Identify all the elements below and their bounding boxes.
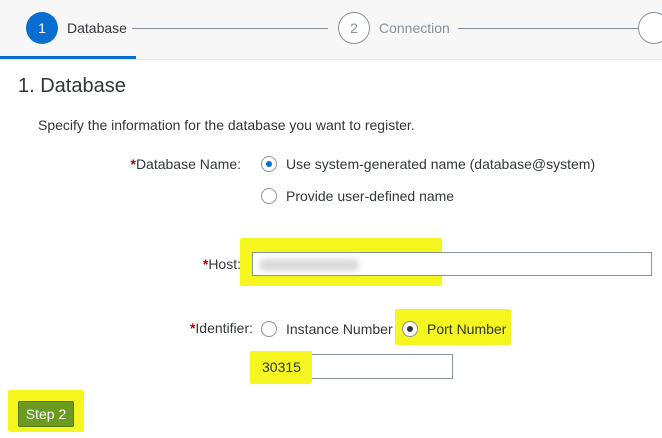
intro-text: Specify the information for the database… (38, 117, 415, 133)
radio-label: Use system-generated name (database@syst… (286, 156, 596, 172)
radio-button[interactable] (261, 188, 277, 204)
host-label-text: Host: (208, 256, 241, 272)
step-connector (132, 28, 328, 29)
step-number-badge (638, 12, 662, 44)
wizard-step-database[interactable]: 1 Database (26, 12, 127, 44)
radio-port-number[interactable]: Port Number (402, 321, 506, 337)
redacted-host-value (259, 259, 359, 271)
radio-button[interactable] (402, 321, 418, 337)
radio-system-generated-name[interactable]: Use system-generated name (database@syst… (261, 156, 595, 172)
database-name-label: *Database Name: (120, 156, 241, 172)
database-name-label-text: Database Name: (135, 156, 241, 172)
host-input[interactable] (252, 252, 652, 276)
step2-button[interactable]: Step 2 (18, 401, 74, 427)
active-step-indicator (0, 56, 136, 59)
step-number-badge: 1 (26, 12, 58, 44)
identifier-label: *Identifier: (150, 320, 253, 336)
radio-instance-number[interactable]: Instance Number (261, 321, 393, 337)
wizard-step-connection[interactable]: 2 Connection (338, 12, 450, 44)
radio-button[interactable] (261, 156, 277, 172)
radio-user-defined-name[interactable]: Provide user-defined name (261, 188, 454, 204)
wizard-step-next[interactable] (638, 12, 662, 44)
radio-label: Instance Number (286, 321, 393, 337)
identifier-label-text: Identifier: (195, 320, 253, 336)
port-number-value: 30315 (262, 359, 301, 375)
radio-label: Provide user-defined name (286, 188, 455, 204)
host-label: *Host: (170, 256, 241, 272)
step-label: Database (67, 20, 127, 36)
wizard-header: 1 Database 2 Connection (0, 0, 662, 60)
step-label: Connection (379, 20, 450, 36)
radio-label: Port Number (427, 321, 507, 337)
step-connector (458, 28, 638, 29)
page-title: 1. Database (18, 75, 126, 97)
radio-button[interactable] (261, 321, 277, 337)
step-number-badge: 2 (338, 12, 370, 44)
